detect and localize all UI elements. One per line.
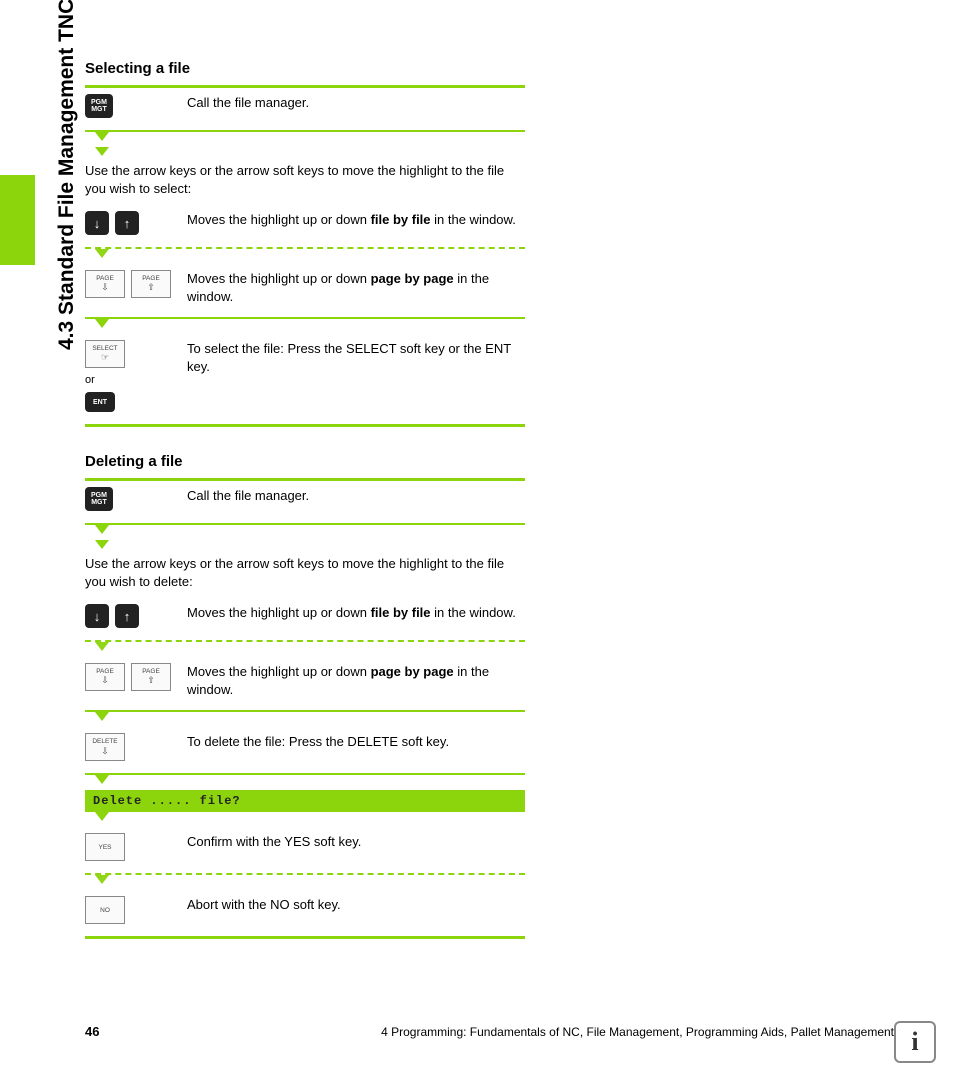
step-text: Moves the highlight up or down page by p… — [187, 270, 525, 305]
section-heading: Deleting a file — [85, 453, 525, 470]
step-text: To delete the file: Press the DELETE sof… — [187, 733, 525, 751]
step-text: Call the file manager. — [187, 487, 525, 505]
step-text: Abort with the NO soft key. — [187, 896, 525, 914]
arrow-key: ↑ — [115, 211, 139, 235]
hard-key: PGM MGT — [85, 94, 113, 118]
soft-key: PAGE⇧ — [131, 270, 171, 298]
soft-key: YES — [85, 833, 125, 861]
step-row: SELECT☞ or ENT To select the file: Press th… — [85, 334, 525, 424]
info-icon: i — [894, 1021, 936, 1063]
section-heading: Selecting a file — [85, 60, 525, 77]
side-tab — [0, 175, 35, 265]
side-section-label: 4.3 Standard File Management TNC 426, TN… — [55, 0, 79, 350]
page-content: Selecting a file PGM MGT Call the file man… — [85, 60, 525, 939]
soft-key: NO — [85, 896, 125, 924]
step-row: PAGE⇩PAGE⇧ Moves the highlight up or down… — [85, 657, 525, 710]
step-text: To select the file: Press the SELECT sof… — [187, 340, 525, 375]
step-row: PAGE⇩PAGE⇧ Moves the highlight up or down… — [85, 264, 525, 317]
soft-key: PAGE⇩ — [85, 663, 125, 691]
step-intro: Use the arrow keys or the arrow soft key… — [85, 162, 525, 197]
page-footer: 46 4 Programming: Fundamentals of NC, Fi… — [85, 1024, 894, 1039]
step-text: Moves the highlight up or down file by f… — [187, 211, 525, 229]
step-text: Call the file manager. — [187, 94, 525, 112]
step-row: YES Confirm with the YES soft key. — [85, 827, 525, 873]
or-label: or — [85, 374, 175, 386]
step-text: Moves the highlight up or down page by p… — [187, 663, 525, 698]
arrow-key: ↑ — [115, 604, 139, 628]
arrow-key: ↓ — [85, 604, 109, 628]
arrow-key: ↓ — [85, 211, 109, 235]
step-row: ↓↑ Moves the highlight up or down file by… — [85, 598, 525, 640]
step-row: DELETE⇩ To delete the file: Press the DEL… — [85, 727, 525, 773]
soft-key: SELECT☞ — [85, 340, 125, 368]
chapter-title: 4 Programming: Fundamentals of NC, File … — [381, 1025, 894, 1039]
hard-key: ENT — [85, 392, 115, 412]
step-text: Confirm with the YES soft key. — [187, 833, 525, 851]
soft-key: DELETE⇩ — [85, 733, 125, 761]
step-row: PGM MGT Call the file manager. — [85, 88, 525, 130]
prompt-bar: Delete ..... file? — [85, 790, 525, 812]
step-row: NO Abort with the NO soft key. — [85, 890, 525, 936]
page-number: 46 — [85, 1024, 99, 1039]
step-text: Moves the highlight up or down file by f… — [187, 604, 525, 622]
step-intro: Use the arrow keys or the arrow soft key… — [85, 555, 525, 590]
soft-key: PAGE⇧ — [131, 663, 171, 691]
step-row: ↓↑ Moves the highlight up or down file by… — [85, 205, 525, 247]
hard-key: PGM MGT — [85, 487, 113, 511]
step-row: PGM MGT Call the file manager. — [85, 481, 525, 523]
soft-key: PAGE⇩ — [85, 270, 125, 298]
